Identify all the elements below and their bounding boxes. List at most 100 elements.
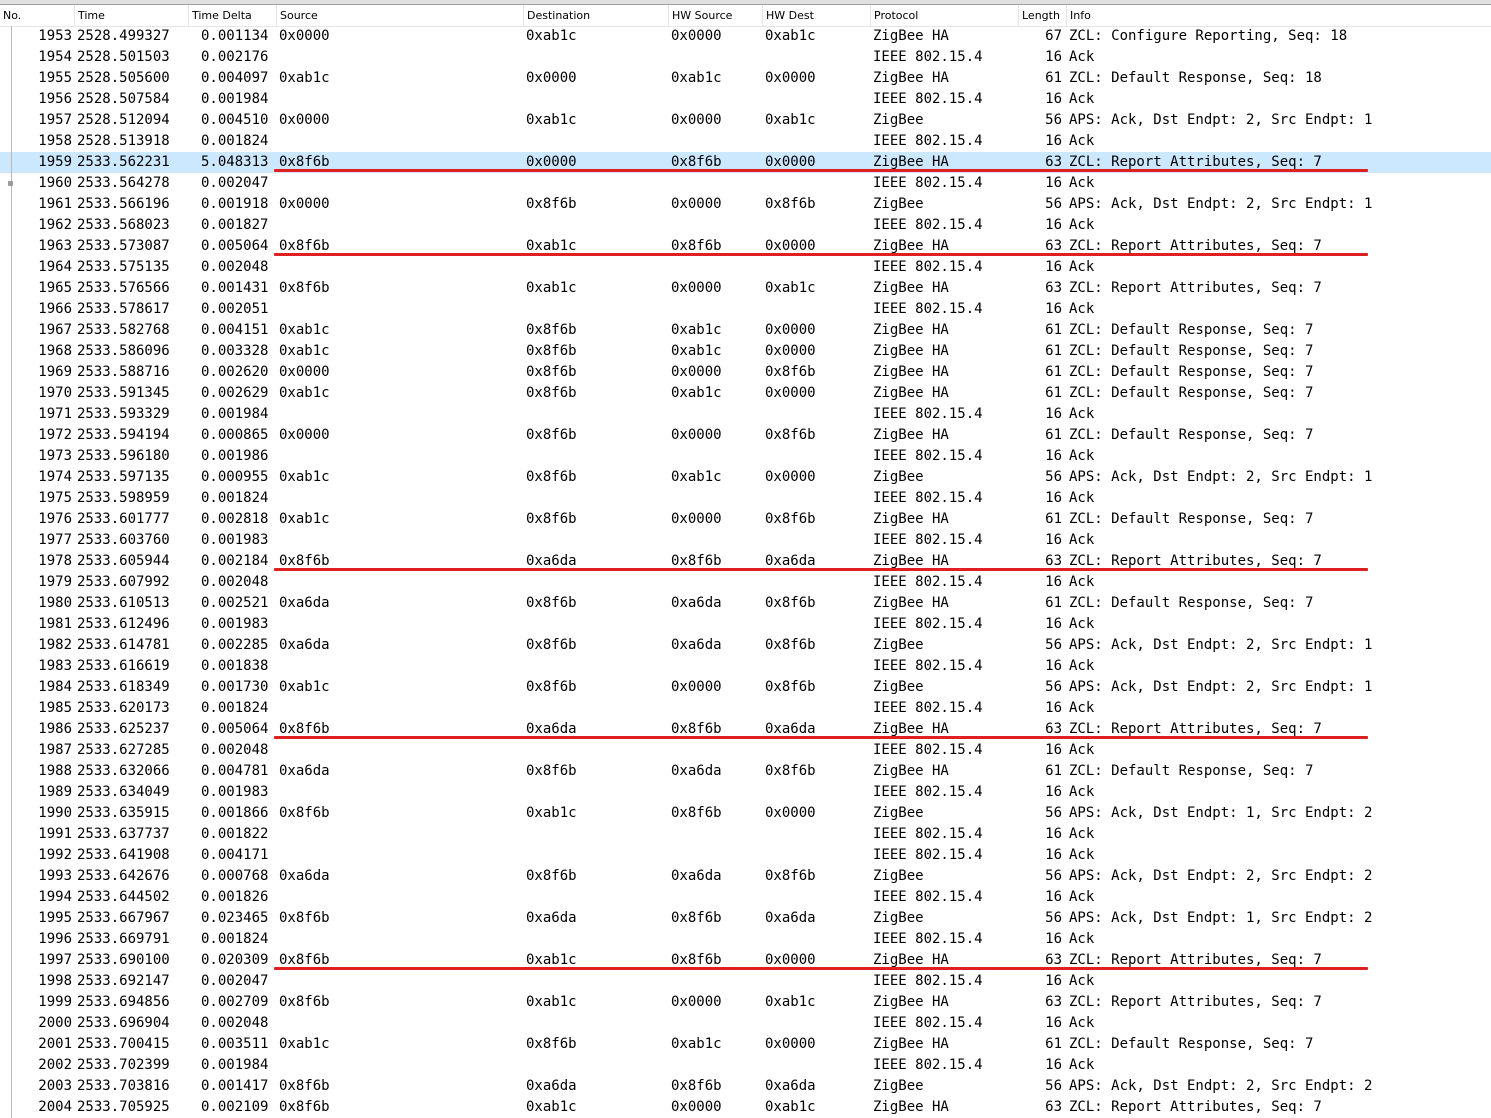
packet-row[interactable]: 1995 2533.667967 0.023465 0x8f6b 0xa6da 0x8f6… xyxy=(0,908,1491,929)
packet-row[interactable]: 1992 2533.641908 0.004171 IEEE 802.15.4 16 Ac… xyxy=(0,845,1491,866)
packet-row[interactable]: 1954 2528.501503 0.002176 IEEE 802.15.4 16 Ac… xyxy=(0,47,1491,68)
packet-row[interactable]: 1977 2533.603760 0.001983 IEEE 802.15.4 16 Ac… xyxy=(0,530,1491,551)
packet-time: 2533.610513 xyxy=(77,595,170,611)
packet-hw-dest: 0xab1c xyxy=(765,28,816,44)
packet-number: 1979 xyxy=(38,574,72,590)
packet-row[interactable]: 1959 2533.562231 5.048313 0x8f6b 0x0000 0x8f6… xyxy=(0,152,1491,173)
packet-row[interactable]: 1981 2533.612496 0.001983 IEEE 802.15.4 16 Ac… xyxy=(0,614,1491,635)
packet-row[interactable]: 2003 2533.703816 0.001417 0x8f6b 0xa6da 0x8f6… xyxy=(0,1076,1491,1097)
packet-length: 56 xyxy=(1045,112,1062,128)
packet-source: 0x8f6b xyxy=(279,1078,330,1094)
packet-length: 16 xyxy=(1045,847,1062,863)
packet-row[interactable]: 1984 2533.618349 0.001730 0xab1c 0x8f6b 0x000… xyxy=(0,677,1491,698)
packet-row[interactable]: 1994 2533.644502 0.001826 IEEE 802.15.4 16 Ac… xyxy=(0,887,1491,908)
packet-row[interactable]: 1958 2528.513918 0.001824 IEEE 802.15.4 16 Ac… xyxy=(0,131,1491,152)
packet-row[interactable]: 1999 2533.694856 0.002709 0x8f6b 0xab1c 0x000… xyxy=(0,992,1491,1013)
packet-time-delta: 0.001983 xyxy=(201,532,269,548)
packet-row[interactable]: 1968 2533.586096 0.003328 0xab1c 0x8f6b 0xab1… xyxy=(0,341,1491,362)
packet-row[interactable]: 2000 2533.696904 0.002048 IEEE 802.15.4 16 Ac… xyxy=(0,1013,1491,1034)
packet-row[interactable]: 1955 2528.505600 0.004097 0xab1c 0x0000 0xab1… xyxy=(0,68,1491,89)
packet-row[interactable]: 1980 2533.610513 0.002521 0xa6da 0x8f6b 0xa6d… xyxy=(0,593,1491,614)
packet-hw-source: 0x8f6b xyxy=(671,238,722,254)
packet-row[interactable]: 1996 2533.669791 0.001824 IEEE 802.15.4 16 Ac… xyxy=(0,929,1491,950)
packet-row[interactable]: 1970 2533.591345 0.002629 0xab1c 0x8f6b 0xab1… xyxy=(0,383,1491,404)
packet-row[interactable]: 1972 2533.594194 0.000865 0x0000 0x8f6b 0x000… xyxy=(0,425,1491,446)
packet-info: APS: Ack, Dst Endpt: 2, Src Endpt: 1 xyxy=(1069,679,1373,695)
packet-row[interactable]: 1974 2533.597135 0.000955 0xab1c 0x8f6b 0xab1… xyxy=(0,467,1491,488)
packet-time: 2533.618349 xyxy=(77,679,170,695)
packet-row[interactable]: 1988 2533.632066 0.004781 0xa6da 0x8f6b 0xa6d… xyxy=(0,761,1491,782)
packet-row[interactable]: 1993 2533.642676 0.000768 0xa6da 0x8f6b 0xa6d… xyxy=(0,866,1491,887)
column-header-length[interactable]: Length xyxy=(1018,5,1066,26)
packet-protocol: ZigBee HA xyxy=(873,385,949,401)
packet-row[interactable]: 1979 2533.607992 0.002048 IEEE 802.15.4 16 Ac… xyxy=(0,572,1491,593)
packet-row[interactable]: 1969 2533.588716 0.002620 0x0000 0x8f6b 0x000… xyxy=(0,362,1491,383)
packet-row[interactable]: 1989 2533.634049 0.001983 IEEE 802.15.4 16 Ac… xyxy=(0,782,1491,803)
packet-info: ZCL: Default Response, Seq: 7 xyxy=(1069,427,1314,443)
column-header-time[interactable]: Time xyxy=(74,5,188,26)
packet-row[interactable]: 1990 2533.635915 0.001866 0x8f6b 0xab1c 0x8f6… xyxy=(0,803,1491,824)
packet-number: 1974 xyxy=(38,469,72,485)
packet-row[interactable]: 1987 2533.627285 0.002048 IEEE 802.15.4 16 Ac… xyxy=(0,740,1491,761)
packet-hw-dest: 0x8f6b xyxy=(765,364,816,380)
packet-destination: 0xab1c xyxy=(526,994,577,1010)
packet-info: Ack xyxy=(1069,91,1095,107)
packet-info: ZCL: Default Response, Seq: 7 xyxy=(1069,763,1314,779)
packet-row[interactable]: 2001 2533.700415 0.003511 0xab1c 0x8f6b 0xab1… xyxy=(0,1034,1491,1055)
packet-hw-source: 0xab1c xyxy=(671,322,722,338)
packet-row[interactable]: 1967 2533.582768 0.004151 0xab1c 0x8f6b 0xab1… xyxy=(0,320,1491,341)
packet-source: 0x0000 xyxy=(279,196,330,212)
packet-row[interactable]: 2002 2533.702399 0.001984 IEEE 802.15.4 16 Ac… xyxy=(0,1055,1491,1076)
packet-number: 1963 xyxy=(38,238,72,254)
packet-length: 61 xyxy=(1045,427,1062,443)
packet-row[interactable]: 1975 2533.598959 0.001824 IEEE 802.15.4 16 Ac… xyxy=(0,488,1491,509)
packet-number: 1983 xyxy=(38,658,72,674)
packet-row[interactable]: 1986 2533.625237 0.005064 0x8f6b 0xa6da 0x8f6… xyxy=(0,719,1491,740)
column-header-source[interactable]: Source xyxy=(276,5,523,26)
packet-row[interactable]: 1963 2533.573087 0.005064 0x8f6b 0xab1c 0x8f6… xyxy=(0,236,1491,257)
packet-row[interactable]: 1961 2533.566196 0.001918 0x0000 0x8f6b 0x000… xyxy=(0,194,1491,215)
packet-hw-source: 0xa6da xyxy=(671,595,722,611)
packet-row[interactable]: 1983 2533.616619 0.001838 IEEE 802.15.4 16 Ac… xyxy=(0,656,1491,677)
packet-row[interactable]: 1978 2533.605944 0.002184 0x8f6b 0xa6da 0x8f6… xyxy=(0,551,1491,572)
packet-time-delta: 0.002048 xyxy=(201,574,269,590)
packet-length: 16 xyxy=(1045,1057,1062,1073)
packet-row[interactable]: 1985 2533.620173 0.001824 IEEE 802.15.4 16 Ac… xyxy=(0,698,1491,719)
packet-info: ZCL: Report Attributes, Seq: 7 xyxy=(1069,1099,1322,1115)
packet-row[interactable]: 1957 2528.512094 0.004510 0x0000 0xab1c 0x000… xyxy=(0,110,1491,131)
packet-hw-dest: 0x8f6b xyxy=(765,637,816,653)
packet-row[interactable]: 1997 2533.690100 0.020309 0x8f6b 0xab1c 0x8f6… xyxy=(0,950,1491,971)
packet-time: 2533.582768 xyxy=(77,322,170,338)
packet-info: ZCL: Report Attributes, Seq: 7 xyxy=(1069,994,1322,1010)
column-header-info[interactable]: Info xyxy=(1066,5,1491,26)
packet-row[interactable]: 1960 2533.564278 0.002047 IEEE 802.15.4 16 Ac… xyxy=(0,173,1491,194)
packet-row[interactable]: 1962 2533.568023 0.001827 IEEE 802.15.4 16 Ac… xyxy=(0,215,1491,236)
packet-row[interactable]: 1991 2533.637737 0.001822 IEEE 802.15.4 16 Ac… xyxy=(0,824,1491,845)
packet-length: 16 xyxy=(1045,616,1062,632)
packet-row[interactable]: 1956 2528.507584 0.001984 IEEE 802.15.4 16 Ac… xyxy=(0,89,1491,110)
packet-row[interactable]: 1976 2533.601777 0.002818 0xab1c 0x8f6b 0x000… xyxy=(0,509,1491,530)
column-header-time-delta[interactable]: Time Delta xyxy=(188,5,276,26)
packet-info: Ack xyxy=(1069,847,1095,863)
packet-length: 61 xyxy=(1045,1036,1062,1052)
packet-protocol: IEEE 802.15.4 xyxy=(873,91,983,107)
packet-info: ZCL: Default Response, Seq: 7 xyxy=(1069,595,1314,611)
packet-protocol: ZigBee xyxy=(873,868,924,884)
column-header-destination[interactable]: Destination xyxy=(523,5,668,26)
column-header-hw-source[interactable]: HW Source xyxy=(668,5,762,26)
column-header-no[interactable]: No. xyxy=(0,5,74,26)
packet-row[interactable]: 1965 2533.576566 0.001431 0x8f6b 0xab1c 0x000… xyxy=(0,278,1491,299)
packet-row[interactable]: 1982 2533.614781 0.002285 0xa6da 0x8f6b 0xa6d… xyxy=(0,635,1491,656)
packet-row[interactable]: 1953 2528.499327 0.001134 0x0000 0xab1c 0x000… xyxy=(0,26,1491,47)
packet-row[interactable]: 2004 2533.705925 0.002109 0x8f6b 0xab1c 0x000… xyxy=(0,1097,1491,1118)
packet-info: APS: Ack, Dst Endpt: 1, Src Endpt: 2 xyxy=(1069,805,1373,821)
packet-row[interactable]: 1998 2533.692147 0.002047 IEEE 802.15.4 16 Ac… xyxy=(0,971,1491,992)
packet-time: 2533.568023 xyxy=(77,217,170,233)
packet-row[interactable]: 1964 2533.575135 0.002048 IEEE 802.15.4 16 Ac… xyxy=(0,257,1491,278)
column-header-hw-dest[interactable]: HW Dest xyxy=(762,5,870,26)
packet-row[interactable]: 1971 2533.593329 0.001984 IEEE 802.15.4 16 Ac… xyxy=(0,404,1491,425)
packet-row[interactable]: 1966 2533.578617 0.002051 IEEE 802.15.4 16 Ac… xyxy=(0,299,1491,320)
packet-source: 0x0000 xyxy=(279,112,330,128)
packet-row[interactable]: 1973 2533.596180 0.001986 IEEE 802.15.4 16 Ac… xyxy=(0,446,1491,467)
column-header-protocol[interactable]: Protocol xyxy=(870,5,1018,26)
